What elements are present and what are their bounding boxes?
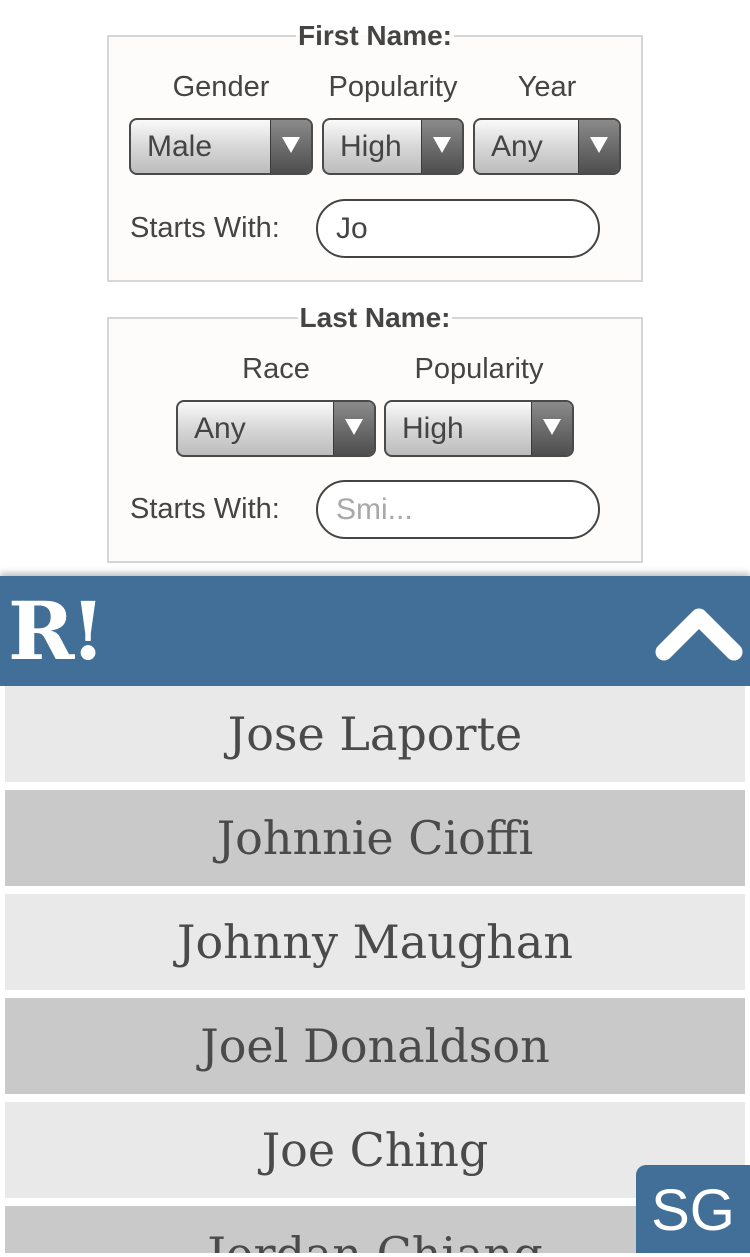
year-select[interactable]: Any — [473, 118, 621, 175]
last-name-legend: Last Name: — [299, 302, 451, 333]
year-label: Year — [517, 71, 577, 103]
list-item[interactable]: Joel Donaldson — [5, 998, 745, 1094]
first-starts-with-label: Starts With: — [130, 212, 280, 244]
app-header-bar: R! — [0, 576, 750, 686]
list-item[interactable]: Jordan Chiang — [5, 1206, 745, 1253]
last-starts-with-label: Starts With: — [130, 493, 280, 525]
first-popularity-select[interactable]: High — [322, 118, 464, 175]
race-select-value: Any — [194, 412, 246, 445]
year-select-value: Any — [491, 130, 543, 163]
chevron-up-icon[interactable] — [654, 604, 744, 664]
list-item[interactable]: Johnnie Cioffi — [5, 790, 745, 886]
last-name-starts-with-input[interactable] — [316, 480, 600, 539]
filter-panel: First Name: Gender Popularity Year Male … — [0, 0, 750, 576]
last-popularity-select-value: High — [402, 412, 464, 445]
chevron-down-icon — [578, 120, 619, 173]
chevron-down-icon — [270, 120, 311, 173]
gender-label: Gender — [172, 71, 270, 103]
last-popularity-label: Popularity — [414, 353, 544, 385]
gender-select-value: Male — [147, 130, 213, 163]
first-popularity-select-value: High — [340, 130, 402, 163]
list-item[interactable]: Jose Laporte — [5, 686, 745, 782]
chevron-down-icon — [531, 402, 572, 455]
first-name-starts-with-input[interactable] — [316, 199, 600, 258]
race-label: Race — [242, 353, 310, 385]
list-item[interactable]: Johnny Maughan — [5, 894, 745, 990]
list-item[interactable]: Joe Ching — [5, 1102, 745, 1198]
race-select[interactable]: Any — [176, 400, 376, 457]
last-popularity-select[interactable]: High — [384, 400, 574, 457]
sg-badge-button[interactable]: SG — [636, 1165, 750, 1253]
app-logo: R! — [8, 584, 106, 678]
chevron-down-icon — [333, 402, 374, 455]
chevron-down-icon — [421, 120, 462, 173]
gender-select[interactable]: Male — [129, 118, 313, 175]
first-name-legend: First Name: — [297, 20, 453, 51]
first-popularity-label: Popularity — [328, 71, 458, 103]
